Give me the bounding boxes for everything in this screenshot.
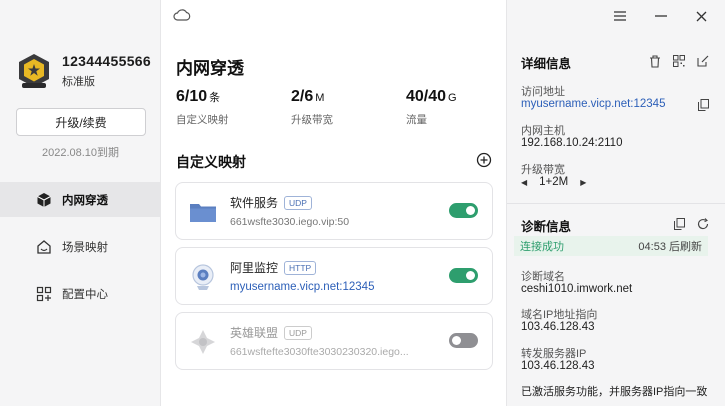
section-title: 自定义映射 bbox=[176, 154, 246, 170]
sidebar-nav: 内网穿透 场景映射 配置中心 bbox=[0, 182, 161, 323]
mapping-card[interactable]: 软件服务 UDP 661wsfte3030.iego.vip:50 bbox=[175, 182, 493, 240]
mapping-name: 英雄联盟 bbox=[230, 326, 279, 340]
add-mapping-button[interactable] bbox=[476, 152, 492, 168]
upgrade-button[interactable]: 升级/续费 bbox=[16, 108, 146, 136]
host-label: 内网主机 bbox=[521, 125, 565, 137]
stat-label: 升级带宽 bbox=[291, 114, 333, 126]
mapping-name: 阿里监控 bbox=[230, 261, 279, 275]
stat-unit: M bbox=[315, 92, 325, 104]
stat-value: 40/40 bbox=[406, 88, 447, 105]
page-title: 内网穿透 bbox=[176, 59, 244, 78]
mapping-address[interactable]: 661wsftefte3030fte3030230320.iego... bbox=[230, 346, 440, 358]
access-label: 访问地址 bbox=[521, 86, 565, 98]
grid-icon bbox=[36, 286, 52, 302]
sidebar-item-label: 场景映射 bbox=[62, 241, 108, 254]
domain-label: 诊断域名 bbox=[521, 271, 565, 283]
avatar[interactable] bbox=[16, 52, 52, 90]
protocol-badge: HTTP bbox=[284, 260, 317, 275]
connection-status: 连接成功 04:53 后刷新 bbox=[514, 236, 708, 256]
bandwidth-label: 升级带宽 bbox=[521, 164, 565, 176]
delete-icon[interactable] bbox=[648, 54, 662, 68]
account-id: 12344455566 bbox=[62, 53, 151, 69]
protocol-badge: UDP bbox=[284, 325, 312, 340]
minimize-icon[interactable] bbox=[653, 8, 669, 24]
domain-value: ceshi1010.imwork.net bbox=[521, 283, 633, 295]
mapping-toggle[interactable] bbox=[449, 203, 478, 218]
stat-label: 自定义映射 bbox=[176, 114, 229, 126]
cube-icon bbox=[36, 192, 52, 208]
edit-icon[interactable] bbox=[696, 54, 710, 68]
decrease-icon[interactable]: ◀ bbox=[521, 178, 527, 187]
protocol-badge: UDP bbox=[284, 195, 312, 210]
status-text: 连接成功 bbox=[520, 241, 564, 253]
mapping-card[interactable]: 英雄联盟 UDP 661wsftefte3030fte3030230320.ieg… bbox=[175, 312, 493, 370]
mapping-address-link[interactable]: myusername.vicp.net:12345 bbox=[230, 281, 440, 293]
home-icon bbox=[36, 239, 52, 255]
game-icon bbox=[188, 327, 218, 357]
stat-value: 2/6 bbox=[291, 88, 314, 105]
mapping-toggle[interactable] bbox=[449, 333, 478, 348]
refresh-icon[interactable] bbox=[696, 217, 710, 231]
diagnostics-title: 诊断信息 bbox=[521, 220, 572, 234]
qrcode-icon[interactable] bbox=[672, 54, 686, 68]
close-icon[interactable] bbox=[693, 8, 709, 24]
forward-label: 转发服务器IP bbox=[521, 348, 587, 360]
account-profile: 12344455566 标准版 bbox=[16, 52, 151, 90]
stat-traffic: 40/40 G 流量 bbox=[406, 88, 506, 127]
divider bbox=[507, 203, 725, 204]
cloud-icon bbox=[173, 8, 191, 27]
copy-icon[interactable] bbox=[696, 98, 710, 112]
menu-icon[interactable] bbox=[612, 8, 628, 24]
sidebar-item-scene[interactable]: 场景映射 bbox=[0, 229, 161, 264]
ip-label: 域名IP地址指向 bbox=[521, 309, 598, 321]
stat-mappings: 6/10 条 自定义映射 bbox=[176, 88, 291, 127]
sidebar-item-label: 配置中心 bbox=[62, 288, 108, 301]
stat-bandwidth: 2/6 M 升级带宽 bbox=[291, 88, 406, 127]
sidebar: 12344455566 标准版 升级/续费 2022.08.10到期 内网穿透 … bbox=[0, 0, 161, 406]
ip-value: 103.46.128.43 bbox=[521, 321, 595, 333]
stat-unit: G bbox=[448, 92, 457, 104]
bandwidth-stepper: ◀ 1+2M ▶ bbox=[521, 176, 586, 188]
details-title: 详细信息 bbox=[521, 57, 572, 71]
stat-unit: 条 bbox=[209, 92, 221, 104]
refresh-countdown: 04:53 后刷新 bbox=[638, 241, 702, 253]
folder-icon bbox=[188, 197, 218, 227]
account-plan: 标准版 bbox=[62, 76, 95, 88]
sidebar-item-intranet[interactable]: 内网穿透 bbox=[0, 182, 161, 217]
bandwidth-value: 1+2M bbox=[539, 176, 569, 188]
stat-label: 流量 bbox=[406, 114, 427, 126]
usage-stats: 6/10 条 自定义映射 2/6 M 升级带宽 40/40 G 流量 bbox=[176, 88, 506, 127]
host-value: 192.168.10.24:2110 bbox=[521, 137, 623, 149]
mapping-name: 软件服务 bbox=[230, 196, 279, 210]
camera-icon bbox=[188, 262, 218, 292]
sidebar-item-label: 内网穿透 bbox=[62, 194, 108, 207]
mapping-address[interactable]: 661wsfte3030.iego.vip:50 bbox=[230, 216, 440, 228]
sidebar-item-config[interactable]: 配置中心 bbox=[0, 276, 161, 311]
expiry-date: 2022.08.10到期 bbox=[41, 147, 120, 159]
access-address[interactable]: myusername.vicp.net:12345 bbox=[521, 98, 665, 110]
increase-icon[interactable]: ▶ bbox=[580, 178, 586, 187]
mapping-toggle[interactable] bbox=[449, 268, 478, 283]
diagnostic-note: 已激活服务功能，并服务器IP指向一致 bbox=[521, 386, 708, 398]
mapping-card[interactable]: 阿里监控 HTTP myusername.vicp.net:12345 bbox=[175, 247, 493, 305]
account-info: 12344455566 标准版 bbox=[62, 53, 151, 89]
forward-value: 103.46.128.43 bbox=[521, 360, 595, 372]
stat-value: 6/10 bbox=[176, 88, 208, 105]
copy-icon[interactable] bbox=[672, 217, 686, 231]
